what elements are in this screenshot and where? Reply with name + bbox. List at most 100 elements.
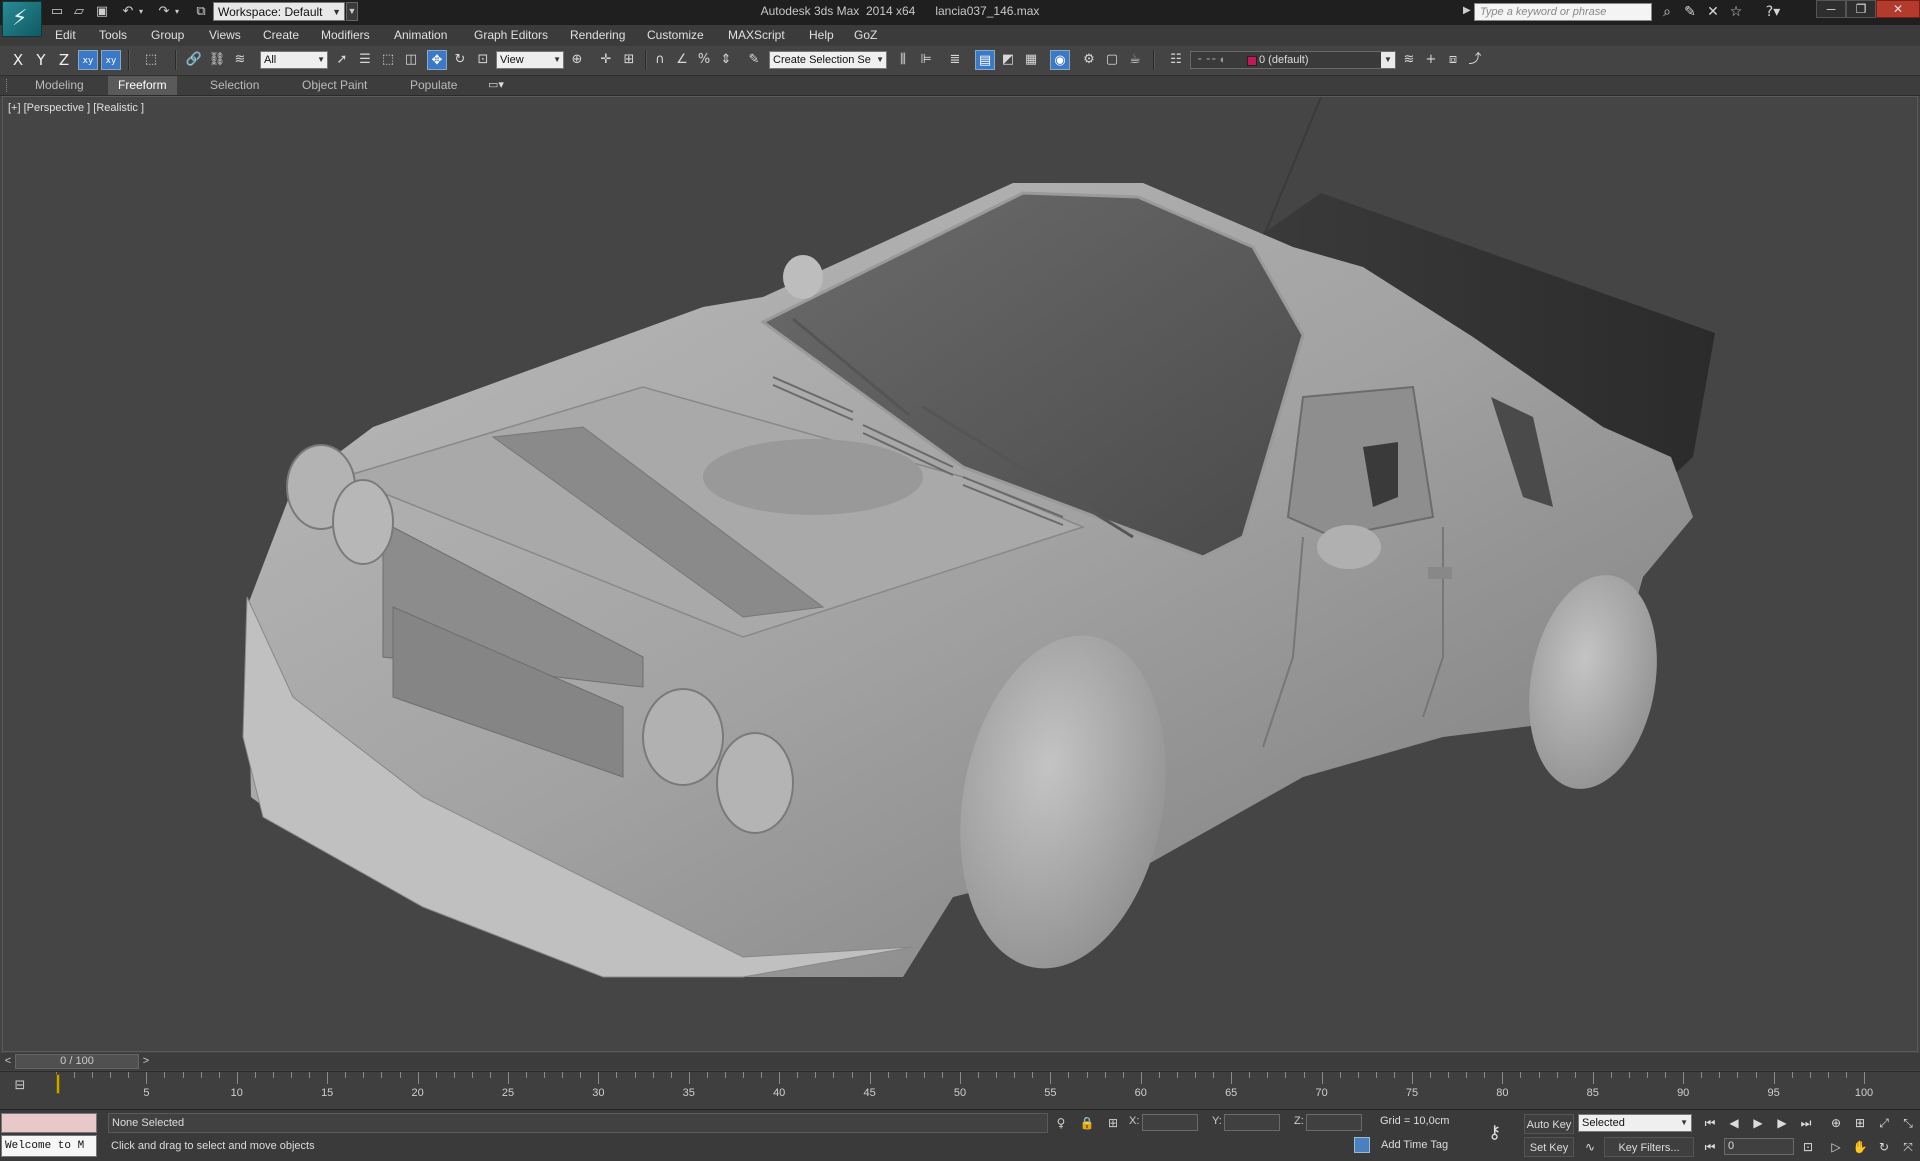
time-slider-next-button[interactable]: > [140, 1054, 152, 1069]
add-time-tag-icon[interactable] [1354, 1137, 1370, 1153]
material-editor-icon[interactable]: ◉ [1050, 50, 1070, 70]
z-coordinate-field[interactable] [1306, 1114, 1362, 1131]
mirror-icon[interactable]: ⫼ [893, 50, 913, 70]
tab-modeling[interactable]: Modeling [25, 76, 94, 95]
set-key-icon[interactable]: ⚷ [1488, 1122, 1501, 1143]
maximize-viewport-icon[interactable]: ⤧ [1898, 1138, 1918, 1156]
rendered-frame-window-icon[interactable]: ▢ [1102, 50, 1122, 70]
go-to-start-icon[interactable]: ⏮ [1700, 1114, 1720, 1132]
undo-dropdown-icon[interactable]: ▾ [136, 3, 146, 21]
selection-lock-icon[interactable]: 🔒 [1078, 1114, 1096, 1132]
time-configuration-icon[interactable]: ⊡ [1798, 1138, 1818, 1156]
layer-properties-icon[interactable]: ≋ [1399, 50, 1419, 70]
create-new-layer-icon[interactable]: + [1421, 50, 1441, 70]
menu-create[interactable]: Create [257, 25, 305, 46]
menu-group[interactable]: Group [145, 25, 190, 46]
ribbon-grip[interactable] [6, 79, 11, 92]
open-file-icon[interactable]: ▱ [70, 3, 88, 21]
maximize-button[interactable]: ❐ [1846, 0, 1876, 18]
time-slider[interactable]: < 0 / 100 > [0, 1053, 1920, 1070]
menu-views[interactable]: Views [203, 25, 247, 46]
menu-goz[interactable]: GoZ [848, 25, 883, 46]
x-coordinate-field[interactable] [1142, 1114, 1198, 1131]
absolute-relative-toggle-icon[interactable]: ⊞ [1104, 1114, 1122, 1132]
link-icon[interactable]: 🔗 [184, 50, 204, 70]
tab-populate[interactable]: Populate [400, 76, 467, 95]
key-mode-dropdown[interactable]: Selected ▼ [1578, 1114, 1692, 1132]
isolate-selection-icon[interactable]: ♀ [1052, 1114, 1070, 1132]
menu-modifiers[interactable]: Modifiers [315, 25, 376, 46]
select-manipulate-icon[interactable]: ✛ [596, 50, 616, 70]
set-key-button[interactable]: Set Key [1524, 1137, 1574, 1157]
maxscript-mini-listener[interactable]: Welcome to M [1, 1135, 97, 1157]
new-file-icon[interactable]: ▭ [48, 3, 66, 21]
car-model[interactable] [3, 97, 1917, 1051]
menu-customize[interactable]: Customize [641, 25, 710, 46]
orbit-icon[interactable]: ↻ [1874, 1138, 1894, 1156]
communication-center-icon[interactable]: ✎ [1680, 3, 1700, 21]
select-by-name-icon[interactable]: ☰ [355, 50, 375, 70]
select-and-move-icon[interactable]: ✥ [427, 50, 447, 70]
favorites-star-icon[interactable]: ☆ [1726, 3, 1746, 21]
track-bar-ruler[interactable]: 5 10 15 20 25 30 35 40 45 50 55 60 65 70 75 80 85 90 95 100 [56, 1072, 1873, 1110]
render-production-icon[interactable]: ☕ [1125, 50, 1145, 70]
keyboard-shortcut-override-icon[interactable]: ⊞ [619, 50, 639, 70]
current-frame-field[interactable]: 0 [1724, 1138, 1794, 1155]
menu-tools[interactable]: Tools [93, 25, 133, 46]
snap-toggle-icon[interactable]: ⬚ [141, 50, 161, 70]
axis-x-button[interactable]: X [8, 50, 28, 70]
select-in-layer-icon[interactable]: ⤴ [1465, 50, 1485, 70]
key-filters-button[interactable]: Key Filters... [1604, 1137, 1694, 1157]
layer-explorer-icon[interactable]: ☷ [1166, 50, 1186, 70]
pan-view-icon[interactable]: ✋ [1850, 1138, 1870, 1156]
pivot-center-icon[interactable]: ⊕ [567, 50, 587, 70]
percent-snap-icon[interactable]: % [694, 50, 714, 70]
time-cursor[interactable] [56, 1074, 60, 1094]
rectangular-selection-icon[interactable]: ⬚ [378, 50, 398, 70]
binoculars-icon[interactable]: ⌕ [1657, 3, 1677, 21]
go-to-end-icon[interactable]: ⏭ [1796, 1114, 1816, 1132]
viewport-perspective[interactable]: [+] [Perspective ] [Realistic ] [2, 96, 1918, 1052]
edit-named-selection-icon[interactable]: ✎ [744, 50, 764, 70]
quick-access-customize-icon[interactable]: ▼ [346, 2, 358, 21]
window-crossing-icon[interactable]: ◫ [401, 50, 421, 70]
axis-xy-icon[interactable]: xy [78, 50, 98, 70]
track-bar[interactable]: ⊟ 5 10 15 20 25 30 35 40 45 50 55 60 65 70 75 80 85 90 95 1… [0, 1071, 1920, 1110]
menu-edit[interactable]: Edit [49, 25, 82, 46]
subscription-icon[interactable]: ✕ [1703, 3, 1723, 21]
time-slider-thumb[interactable]: 0 / 100 [15, 1054, 139, 1069]
add-time-tag-button[interactable]: Add Time Tag [1381, 1139, 1448, 1151]
axis-z-button[interactable]: Z [54, 50, 74, 70]
layer-manager-icon[interactable]: ≣ [945, 50, 965, 70]
menu-animation[interactable]: Animation [388, 25, 453, 46]
zoom-icon[interactable]: ⊕ [1826, 1114, 1846, 1132]
time-slider-prev-button[interactable]: < [2, 1054, 14, 1069]
redo-dropdown-icon[interactable]: ▾ [172, 3, 182, 21]
tab-object-paint[interactable]: Object Paint [292, 76, 377, 95]
mini-curve-editor-icon[interactable]: ⊟ [10, 1078, 30, 1096]
key-mode-toggle-icon[interactable]: ⏮ [1700, 1138, 1720, 1156]
application-button[interactable]: ⚡ [2, 1, 42, 37]
render-setup-icon[interactable]: ⚙ [1079, 50, 1099, 70]
help-icon[interactable]: ?▾ [1750, 3, 1796, 21]
maxscript-listener-output[interactable] [1, 1113, 97, 1133]
key-tangent-icon[interactable]: ∿ [1580, 1138, 1600, 1156]
auto-key-button[interactable]: Auto Key [1524, 1114, 1574, 1134]
project-folder-icon[interactable]: ⧉ [192, 3, 210, 21]
axis-xy-plane-icon[interactable]: xy [101, 50, 121, 70]
align-icon[interactable]: ⊫ [916, 50, 936, 70]
menu-help[interactable]: Help [803, 25, 840, 46]
next-frame-icon[interactable]: ▶ [1772, 1114, 1792, 1132]
workspace-dropdown[interactable]: Workspace: Default ▼ [213, 2, 345, 21]
bind-space-warp-icon[interactable]: ≋ [230, 50, 250, 70]
schematic-view-icon[interactable]: ▦ [1021, 50, 1041, 70]
select-and-scale-icon[interactable]: ⊡ [473, 50, 493, 70]
minimize-button[interactable]: ─ [1816, 0, 1846, 18]
select-object-icon[interactable]: ➚ [332, 50, 352, 70]
graphite-ribbon-icon[interactable]: ▤ [975, 50, 995, 70]
field-of-view-icon[interactable]: ▷ [1826, 1138, 1846, 1156]
named-selection-dropdown[interactable]: Create Selection Se ▼ [769, 51, 887, 69]
axis-y-button[interactable]: Y [31, 50, 51, 70]
unlink-icon[interactable]: ⛓ [207, 50, 227, 70]
search-input[interactable]: Type a keyword or phrase [1474, 3, 1652, 21]
